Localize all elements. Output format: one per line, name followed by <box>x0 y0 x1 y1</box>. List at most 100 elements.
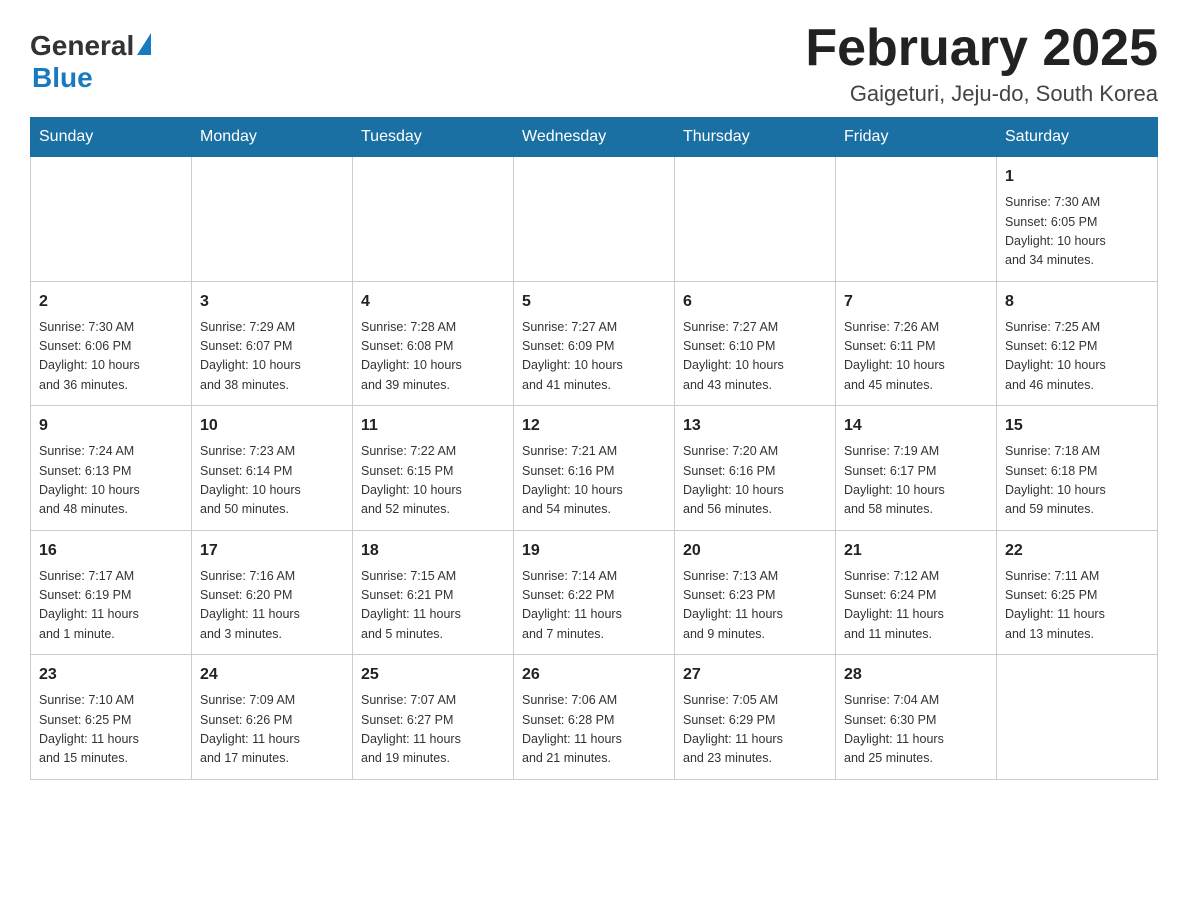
calendar-cell: 2 Sunrise: 7:30 AMSunset: 6:06 PMDaylight… <box>31 281 192 406</box>
day-number: 9 <box>39 414 183 438</box>
day-number: 27 <box>683 663 827 687</box>
logo-general-text: General <box>30 30 134 62</box>
day-info: Sunrise: 7:11 AMSunset: 6:25 PMDaylight:… <box>1005 567 1149 645</box>
day-header-saturday: Saturday <box>997 118 1158 157</box>
day-header-wednesday: Wednesday <box>514 118 675 157</box>
calendar-cell: 26Sunrise: 7:06 AMSunset: 6:28 PMDayligh… <box>514 655 675 780</box>
calendar-cell: 5 Sunrise: 7:27 AMSunset: 6:09 PMDaylight… <box>514 281 675 406</box>
day-info: Sunrise: 7:28 AMSunset: 6:08 PMDaylight:… <box>361 318 505 396</box>
calendar-cell <box>514 157 675 282</box>
logo-blue-text: Blue <box>32 62 93 94</box>
day-info: Sunrise: 7:05 AMSunset: 6:29 PMDaylight:… <box>683 691 827 769</box>
week-row: 9 Sunrise: 7:24 AMSunset: 6:13 PMDaylight… <box>31 406 1158 531</box>
day-number: 25 <box>361 663 505 687</box>
calendar-title-area: February 2025 Gaigeturi, Jeju-do, South … <box>805 20 1158 107</box>
day-info: Sunrise: 7:04 AMSunset: 6:30 PMDaylight:… <box>844 691 988 769</box>
day-number: 17 <box>200 539 344 563</box>
calendar-cell: 27 Sunrise: 7:05 AMSunset: 6:29 PMDayligh… <box>675 655 836 780</box>
day-number: 15 <box>1005 414 1149 438</box>
day-info: Sunrise: 7:26 AMSunset: 6:11 PMDaylight:… <box>844 318 988 396</box>
calendar-cell: 28Sunrise: 7:04 AMSunset: 6:30 PMDayligh… <box>836 655 997 780</box>
day-header-sunday: Sunday <box>31 118 192 157</box>
calendar-cell: 1 Sunrise: 7:30 AMSunset: 6:05 PMDaylight… <box>997 157 1158 282</box>
day-number: 1 <box>1005 165 1149 189</box>
day-info: Sunrise: 7:21 AMSunset: 6:16 PMDaylight:… <box>522 442 666 520</box>
day-number: 20 <box>683 539 827 563</box>
calendar-cell: 14 Sunrise: 7:19 AMSunset: 6:17 PMDayligh… <box>836 406 997 531</box>
calendar-cell: 23 Sunrise: 7:10 AMSunset: 6:25 PMDayligh… <box>31 655 192 780</box>
week-row: 23 Sunrise: 7:10 AMSunset: 6:25 PMDayligh… <box>31 655 1158 780</box>
day-number: 12 <box>522 414 666 438</box>
day-number: 2 <box>39 290 183 314</box>
day-number: 22 <box>1005 539 1149 563</box>
calendar-cell: 16 Sunrise: 7:17 AMSunset: 6:19 PMDayligh… <box>31 530 192 655</box>
day-number: 24 <box>200 663 344 687</box>
day-info: Sunrise: 7:16 AMSunset: 6:20 PMDaylight:… <box>200 567 344 645</box>
day-info: Sunrise: 7:23 AMSunset: 6:14 PMDaylight:… <box>200 442 344 520</box>
day-number: 14 <box>844 414 988 438</box>
week-row: 2 Sunrise: 7:30 AMSunset: 6:06 PMDaylight… <box>31 281 1158 406</box>
calendar-cell: 22 Sunrise: 7:11 AMSunset: 6:25 PMDayligh… <box>997 530 1158 655</box>
day-number: 5 <box>522 290 666 314</box>
calendar-subtitle: Gaigeturi, Jeju-do, South Korea <box>805 81 1158 107</box>
calendar-cell: 12 Sunrise: 7:21 AMSunset: 6:16 PMDayligh… <box>514 406 675 531</box>
day-info: Sunrise: 7:22 AMSunset: 6:15 PMDaylight:… <box>361 442 505 520</box>
day-info: Sunrise: 7:15 AMSunset: 6:21 PMDaylight:… <box>361 567 505 645</box>
calendar-cell <box>675 157 836 282</box>
calendar-cell: 9 Sunrise: 7:24 AMSunset: 6:13 PMDaylight… <box>31 406 192 531</box>
day-header-friday: Friday <box>836 118 997 157</box>
calendar-cell <box>31 157 192 282</box>
calendar-cell: 19 Sunrise: 7:14 AMSunset: 6:22 PMDayligh… <box>514 530 675 655</box>
calendar-cell: 25Sunrise: 7:07 AMSunset: 6:27 PMDayligh… <box>353 655 514 780</box>
day-info: Sunrise: 7:29 AMSunset: 6:07 PMDaylight:… <box>200 318 344 396</box>
day-info: Sunrise: 7:14 AMSunset: 6:22 PMDaylight:… <box>522 567 666 645</box>
calendar-cell: 21 Sunrise: 7:12 AMSunset: 6:24 PMDayligh… <box>836 530 997 655</box>
day-number: 13 <box>683 414 827 438</box>
day-number: 26 <box>522 663 666 687</box>
day-info: Sunrise: 7:19 AMSunset: 6:17 PMDaylight:… <box>844 442 988 520</box>
week-row: 1 Sunrise: 7:30 AMSunset: 6:05 PMDaylight… <box>31 157 1158 282</box>
day-info: Sunrise: 7:18 AMSunset: 6:18 PMDaylight:… <box>1005 442 1149 520</box>
day-info: Sunrise: 7:09 AMSunset: 6:26 PMDaylight:… <box>200 691 344 769</box>
day-info: Sunrise: 7:20 AMSunset: 6:16 PMDaylight:… <box>683 442 827 520</box>
calendar-cell <box>997 655 1158 780</box>
calendar-cell: 7 Sunrise: 7:26 AMSunset: 6:11 PMDaylight… <box>836 281 997 406</box>
calendar-cell <box>353 157 514 282</box>
page-header: General Blue February 2025 Gaigeturi, Je… <box>30 20 1158 107</box>
day-info: Sunrise: 7:30 AMSunset: 6:06 PMDaylight:… <box>39 318 183 396</box>
day-number: 19 <box>522 539 666 563</box>
calendar-title: February 2025 <box>805 20 1158 77</box>
day-info: Sunrise: 7:13 AMSunset: 6:23 PMDaylight:… <box>683 567 827 645</box>
calendar-cell: 10 Sunrise: 7:23 AMSunset: 6:14 PMDayligh… <box>192 406 353 531</box>
day-info: Sunrise: 7:30 AMSunset: 6:05 PMDaylight:… <box>1005 193 1149 271</box>
week-row: 16 Sunrise: 7:17 AMSunset: 6:19 PMDayligh… <box>31 530 1158 655</box>
calendar-table: SundayMondayTuesdayWednesdayThursdayFrid… <box>30 117 1158 780</box>
day-info: Sunrise: 7:17 AMSunset: 6:19 PMDaylight:… <box>39 567 183 645</box>
day-number: 23 <box>39 663 183 687</box>
day-info: Sunrise: 7:25 AMSunset: 6:12 PMDaylight:… <box>1005 318 1149 396</box>
day-info: Sunrise: 7:10 AMSunset: 6:25 PMDaylight:… <box>39 691 183 769</box>
day-info: Sunrise: 7:24 AMSunset: 6:13 PMDaylight:… <box>39 442 183 520</box>
day-number: 3 <box>200 290 344 314</box>
day-number: 10 <box>200 414 344 438</box>
day-number: 7 <box>844 290 988 314</box>
calendar-cell <box>836 157 997 282</box>
day-info: Sunrise: 7:27 AMSunset: 6:09 PMDaylight:… <box>522 318 666 396</box>
calendar-cell: 8Sunrise: 7:25 AMSunset: 6:12 PMDaylight… <box>997 281 1158 406</box>
day-info: Sunrise: 7:27 AMSunset: 6:10 PMDaylight:… <box>683 318 827 396</box>
calendar-cell: 11 Sunrise: 7:22 AMSunset: 6:15 PMDayligh… <box>353 406 514 531</box>
calendar-body: 1 Sunrise: 7:30 AMSunset: 6:05 PMDaylight… <box>31 157 1158 780</box>
calendar-header: SundayMondayTuesdayWednesdayThursdayFrid… <box>31 118 1158 157</box>
logo-triangle-icon <box>137 33 151 55</box>
calendar-cell: 4Sunrise: 7:28 AMSunset: 6:08 PMDaylight… <box>353 281 514 406</box>
day-number: 6 <box>683 290 827 314</box>
day-number: 11 <box>361 414 505 438</box>
day-header-tuesday: Tuesday <box>353 118 514 157</box>
calendar-cell: 15 Sunrise: 7:18 AMSunset: 6:18 PMDayligh… <box>997 406 1158 531</box>
day-info: Sunrise: 7:12 AMSunset: 6:24 PMDaylight:… <box>844 567 988 645</box>
logo: General Blue <box>30 20 151 94</box>
day-number: 21 <box>844 539 988 563</box>
calendar-cell: 3 Sunrise: 7:29 AMSunset: 6:07 PMDaylight… <box>192 281 353 406</box>
day-number: 16 <box>39 539 183 563</box>
day-header-monday: Monday <box>192 118 353 157</box>
